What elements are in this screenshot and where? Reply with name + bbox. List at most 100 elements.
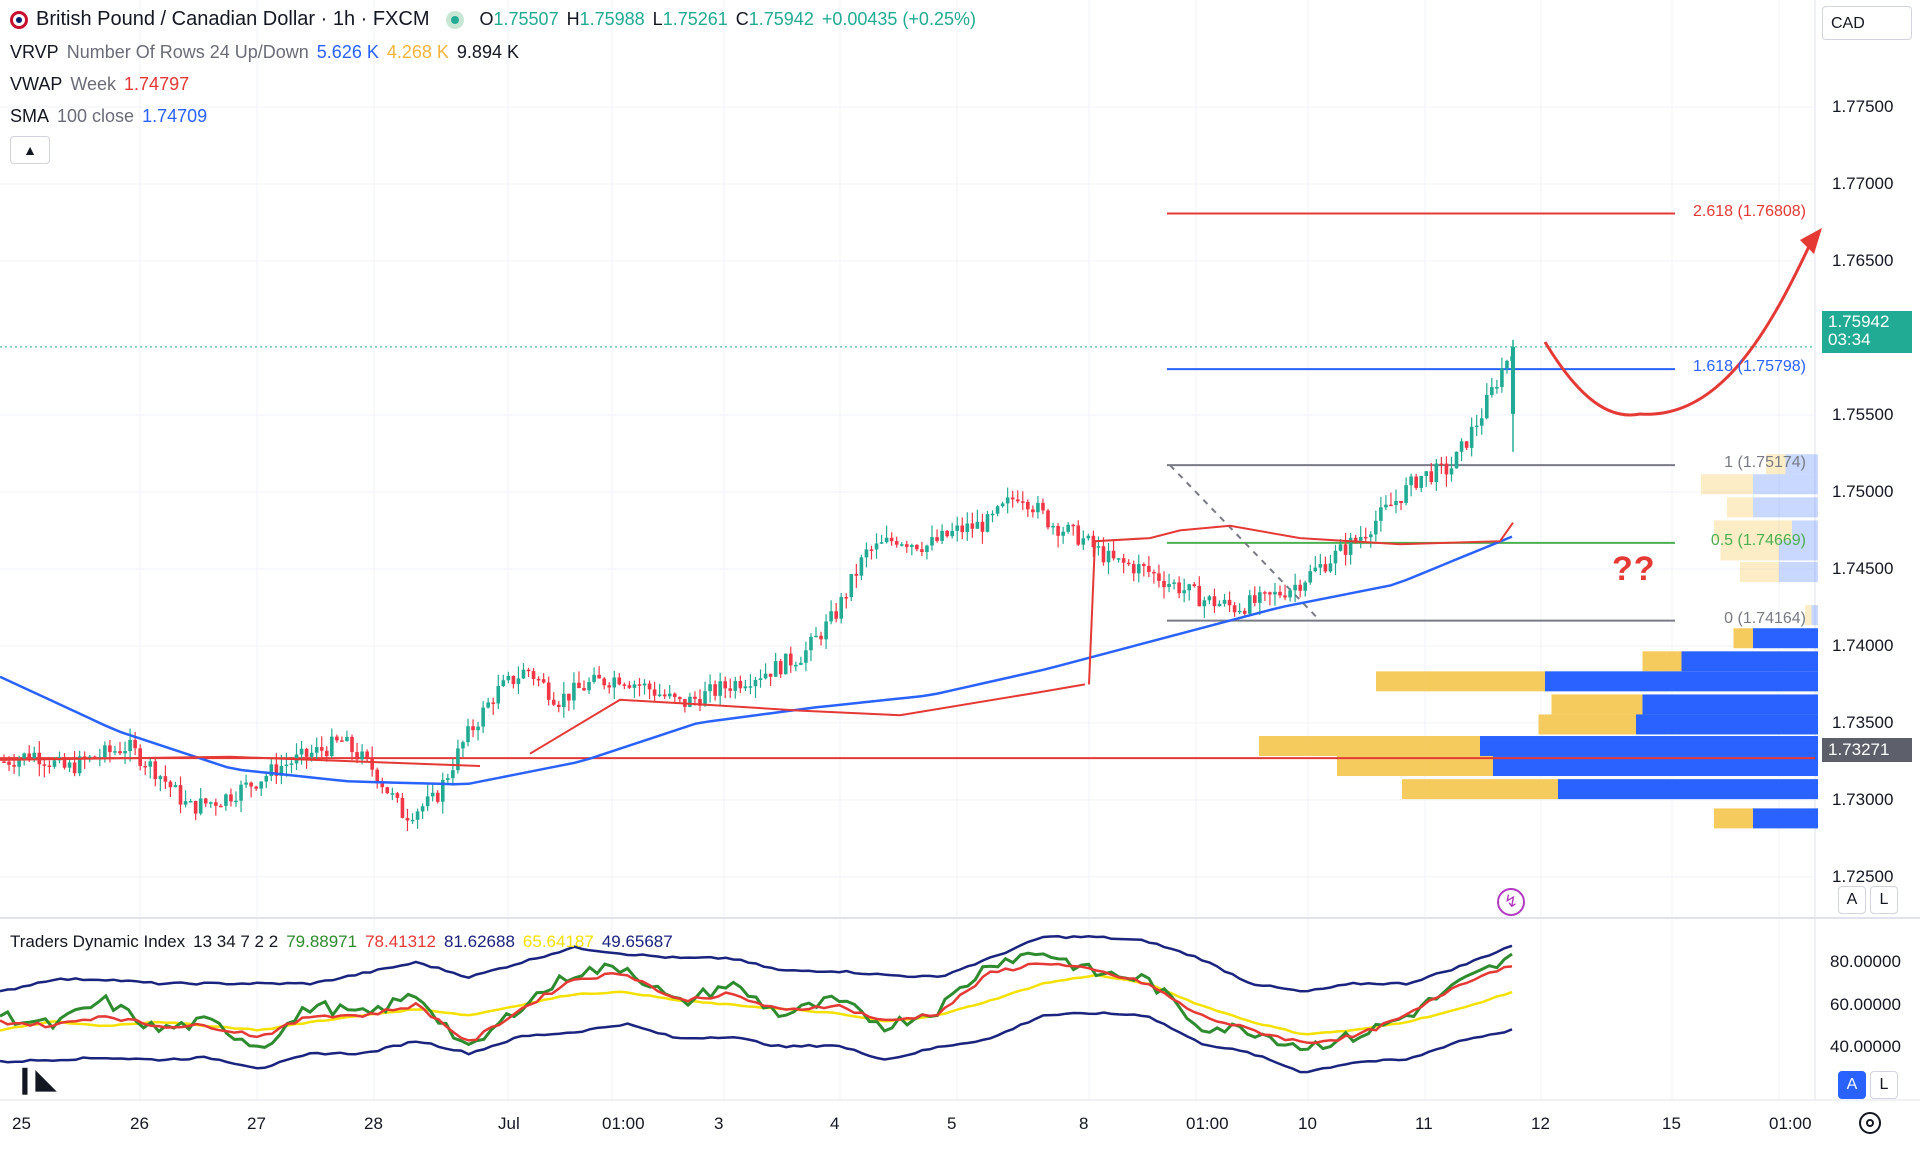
candle-body bbox=[1363, 536, 1368, 539]
volume-profile-up-bar bbox=[1753, 808, 1818, 829]
high-label: H bbox=[566, 9, 580, 29]
candle-body bbox=[733, 681, 738, 691]
price-axis-tick: 1.74500 bbox=[1832, 558, 1894, 578]
candle-body bbox=[420, 806, 425, 812]
price-axis-tick: 1.77500 bbox=[1832, 96, 1894, 116]
price-axis-tick: 1.75000 bbox=[1832, 481, 1894, 501]
candle-body bbox=[1263, 592, 1267, 594]
price-axis-tick: 1.75500 bbox=[1832, 404, 1894, 424]
candle-body bbox=[1187, 584, 1192, 591]
close-value: 1.75942 bbox=[748, 9, 814, 29]
candle-body bbox=[647, 683, 652, 690]
candle-body bbox=[7, 761, 11, 765]
tdi-upper-band-value: 81.62688 bbox=[444, 932, 515, 951]
candle-body bbox=[158, 776, 163, 780]
candle-body bbox=[768, 673, 773, 677]
candle-body bbox=[1152, 571, 1156, 574]
candle-body bbox=[12, 764, 16, 767]
candle-body bbox=[1399, 500, 1403, 504]
candle-body bbox=[748, 686, 753, 688]
candle-body bbox=[567, 693, 571, 701]
candle-body bbox=[198, 798, 203, 814]
vwap-legend[interactable]: VWAP Week 1.74797 bbox=[10, 74, 189, 95]
candle-body bbox=[804, 650, 808, 663]
candle-body bbox=[415, 811, 420, 820]
candle-body bbox=[632, 684, 637, 688]
tdi-auto-scale-button[interactable]: A bbox=[1838, 1071, 1866, 1099]
candle-body bbox=[360, 751, 364, 760]
candle-body bbox=[1237, 610, 1242, 613]
candle-body bbox=[219, 805, 223, 808]
collapse-legend-button[interactable]: ▲ bbox=[10, 136, 50, 164]
candle-body bbox=[819, 635, 823, 640]
candle-body bbox=[511, 675, 516, 685]
question-annotation[interactable]: ?? bbox=[1612, 550, 1656, 589]
candle-body bbox=[1232, 605, 1237, 613]
candle-body bbox=[1247, 595, 1252, 614]
candle-body bbox=[22, 753, 26, 760]
price-axis-tick: 1.77000 bbox=[1832, 173, 1894, 193]
candle-body bbox=[652, 689, 657, 696]
candle-body bbox=[1227, 599, 1232, 606]
candle-body bbox=[809, 636, 813, 651]
candle-body bbox=[1429, 471, 1434, 483]
candle-body bbox=[481, 707, 485, 727]
candle-body bbox=[834, 611, 838, 619]
candle-body bbox=[345, 736, 349, 742]
volume-profile-down-bar bbox=[1259, 736, 1480, 757]
candle-body bbox=[728, 688, 733, 691]
candle-body bbox=[940, 530, 944, 541]
volume-profile-up-bar bbox=[1753, 474, 1818, 495]
candle-body bbox=[678, 697, 682, 700]
volume-profile-down-bar bbox=[1727, 497, 1753, 518]
candle-body bbox=[1404, 485, 1408, 504]
candle-body bbox=[113, 751, 117, 753]
symbol-title[interactable]: British Pound / Canadian Dollar · 1h · F… bbox=[36, 8, 430, 31]
candle-body bbox=[168, 781, 173, 788]
sma-legend[interactable]: SMA 100 close 1.74709 bbox=[10, 106, 207, 127]
candle-body bbox=[173, 785, 178, 788]
tdi-log-scale-button[interactable]: L bbox=[1870, 1071, 1898, 1099]
candle-body bbox=[188, 801, 193, 803]
candle-body bbox=[1020, 501, 1025, 503]
candle-body bbox=[284, 764, 289, 767]
last-candle-body bbox=[1511, 346, 1515, 414]
candle-body bbox=[1384, 504, 1388, 508]
candle-body bbox=[799, 662, 803, 665]
candle-body bbox=[214, 802, 218, 806]
candle-body bbox=[1333, 550, 1338, 564]
candle-body bbox=[1076, 525, 1081, 545]
volume-profile-up-bar bbox=[1545, 671, 1818, 692]
candle-body bbox=[1439, 463, 1444, 466]
candle-body bbox=[148, 761, 153, 767]
currency-button[interactable]: CAD bbox=[1822, 6, 1912, 40]
candle-body bbox=[123, 750, 127, 754]
candle-body bbox=[1036, 502, 1040, 513]
auto-scale-button[interactable]: A bbox=[1838, 886, 1866, 914]
tdi-params: 13 34 7 2 2 bbox=[193, 932, 279, 951]
alert-lightning-icon[interactable]: ↯ bbox=[1497, 888, 1525, 916]
vrvp-name: VRVP bbox=[10, 42, 59, 62]
candle-body bbox=[1288, 590, 1292, 598]
candle-body bbox=[1026, 501, 1030, 510]
candle-body bbox=[1323, 564, 1328, 572]
candle-body bbox=[1066, 524, 1070, 532]
tdi-legend[interactable]: Traders Dynamic Index 13 34 7 2 2 79.889… bbox=[10, 932, 673, 952]
candle-body bbox=[1298, 584, 1302, 591]
candle-body bbox=[657, 694, 662, 696]
low-value: 1.75261 bbox=[662, 9, 728, 29]
candle-body bbox=[854, 574, 859, 576]
candle-body bbox=[42, 764, 47, 766]
tdi-signal-value: 78.41312 bbox=[365, 932, 436, 951]
log-scale-button[interactable]: L bbox=[1870, 886, 1898, 914]
candle-body bbox=[259, 781, 264, 789]
time-axis-tick: 4 bbox=[830, 1114, 840, 1133]
candle-body bbox=[667, 693, 672, 697]
vrvp-legend[interactable]: VRVP Number Of Rows 24 Up/Down 5.626 K 4… bbox=[10, 42, 519, 63]
candle-body bbox=[1121, 558, 1126, 563]
candle-body bbox=[1086, 535, 1091, 539]
settings-gear-icon[interactable] bbox=[1859, 1112, 1881, 1134]
market-status-icon bbox=[445, 10, 464, 29]
vwap-value: 1.74797 bbox=[124, 74, 190, 94]
candle-body bbox=[743, 686, 748, 689]
